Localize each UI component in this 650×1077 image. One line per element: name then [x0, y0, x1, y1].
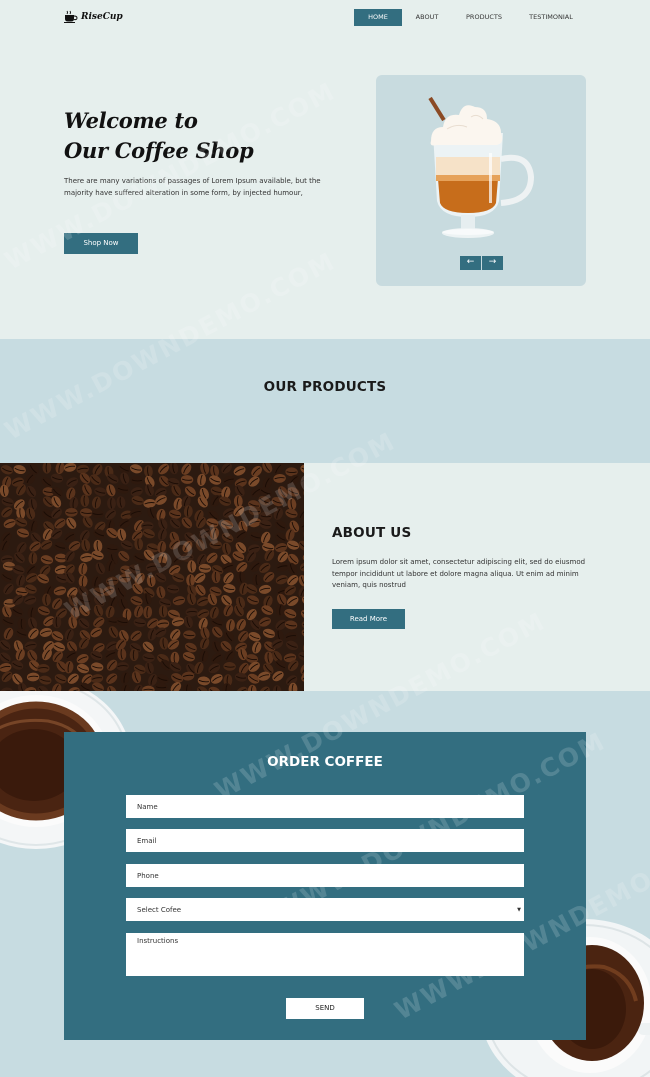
read-more-button[interactable]: Read More [332, 609, 405, 629]
main-nav: HOME ABOUT PRODUCTS TESTIMONIAL [354, 9, 586, 26]
name-field[interactable] [126, 795, 524, 818]
phone-field[interactable] [126, 864, 524, 887]
latte-glass-image [428, 96, 535, 238]
order-form-card: ORDER COFFEE Select Cofee ▼ SEND [64, 732, 586, 1040]
shop-now-button[interactable]: Shop Now [64, 233, 138, 254]
coffee-beans-pattern [0, 463, 304, 691]
about-section: ABOUT US Lorem ipsum dolor sit amet, con… [0, 463, 650, 691]
instructions-field[interactable] [126, 933, 524, 976]
products-title: OUR PRODUCTS [263, 379, 387, 395]
hero-title-line2: Our Coffee Shop [64, 138, 254, 163]
nav-testimonial[interactable]: TESTIMONIAL [516, 9, 586, 26]
nav-home[interactable]: HOME [354, 9, 402, 26]
hero-title: Welcome to Our Coffee Shop [64, 106, 254, 166]
products-section: OUR PRODUCTS [0, 339, 650, 463]
order-section: ORDER COFFEE Select Cofee ▼ SEND [0, 691, 650, 1077]
about-title: ABOUT US [332, 525, 412, 541]
order-title: ORDER COFFEE [267, 754, 383, 770]
hero-title-line1: Welcome to [64, 108, 198, 133]
hero-description: There are many variations of passages of… [64, 177, 321, 197]
email-field[interactable] [126, 829, 524, 852]
site-header: RiseCup HOME ABOUT PRODUCTS TESTIMONIAL [0, 0, 650, 36]
logo-text: RiseCup [81, 11, 123, 22]
slider-prev-arrow-icon[interactable]: ← [460, 256, 481, 270]
logo[interactable]: RiseCup [64, 10, 123, 23]
dropdown-caret-icon: ▼ [517, 906, 521, 913]
nav-about[interactable]: ABOUT [402, 9, 452, 26]
about-description: Lorem ipsum dolor sit amet, consectetur … [332, 558, 586, 589]
nav-products[interactable]: PRODUCTS [452, 9, 516, 26]
hero-image-card: ← → [376, 75, 586, 286]
coffee-select[interactable]: Select Cofee ▼ [126, 898, 524, 921]
coffee-beans-image [0, 463, 304, 691]
slider-next-arrow-icon[interactable]: → [482, 256, 503, 270]
send-button[interactable]: SEND [286, 998, 364, 1019]
coffee-cup-icon [64, 10, 78, 23]
coffee-select-value: Select Cofee [137, 905, 182, 914]
